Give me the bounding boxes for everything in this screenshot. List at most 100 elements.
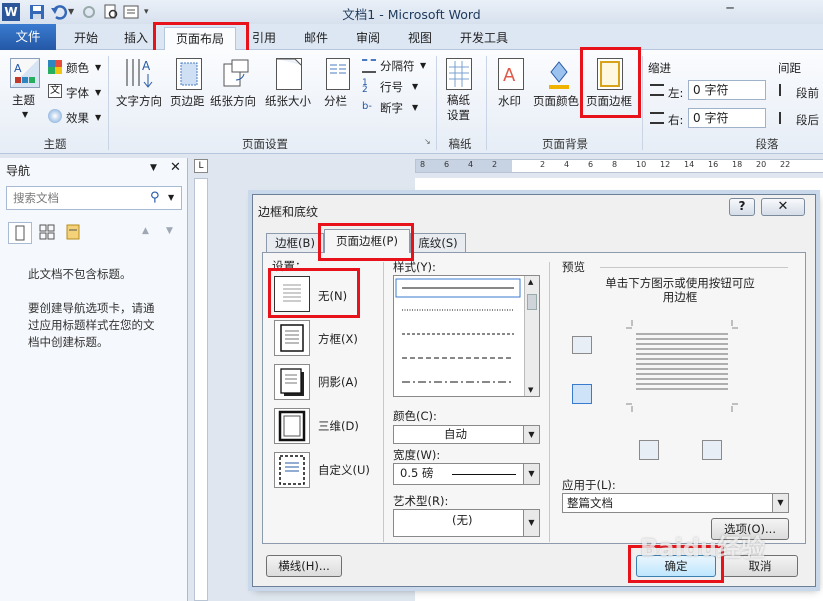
border-right-icon[interactable]: [702, 440, 722, 460]
colors-icon[interactable]: [48, 60, 62, 74]
border-left-icon[interactable]: [639, 440, 659, 460]
width-dropdown[interactable]: 0.5 磅 ▼: [393, 463, 540, 485]
tab-shading[interactable]: 底纹(S): [410, 233, 466, 253]
tab-references[interactable]: 引用: [242, 27, 286, 50]
spacing-after-icon: [779, 112, 791, 124]
nav-results-tab-icon[interactable]: [62, 222, 86, 244]
orientation-icon[interactable]: [222, 58, 250, 90]
spacing-after-label[interactable]: 段后: [796, 112, 819, 128]
line-numbers-icon[interactable]: 12: [362, 79, 376, 95]
breaks-button[interactable]: 分隔符: [380, 58, 415, 74]
page-setup-launcher-icon[interactable]: ↘: [424, 137, 431, 146]
effects-button[interactable]: 效果: [66, 110, 89, 126]
dialog-close-button[interactable]: ✕: [761, 198, 805, 216]
art-dropdown-arrow-icon[interactable]: ▼: [523, 510, 539, 536]
setting-box-icon[interactable]: [274, 320, 310, 356]
tab-file[interactable]: 文件: [0, 24, 56, 50]
margins-icon[interactable]: [176, 58, 202, 90]
text-direction-button[interactable]: 文字方向: [116, 93, 162, 109]
format-icon[interactable]: [122, 3, 140, 21]
setting-custom-label[interactable]: 自定义(U): [318, 462, 370, 478]
text-direction-icon[interactable]: A: [122, 56, 156, 90]
nav-headings-tab-icon[interactable]: [8, 222, 32, 244]
art-dropdown[interactable]: (无) ▼: [393, 509, 540, 537]
border-top-icon[interactable]: [572, 336, 592, 354]
help-button[interactable]: ?: [729, 198, 755, 216]
save-icon[interactable]: [28, 3, 46, 21]
nav-pages-tab-icon[interactable]: [36, 222, 60, 244]
search-icon[interactable]: ⚲: [150, 190, 160, 205]
effects-icon[interactable]: [48, 109, 62, 123]
setting-none-label[interactable]: 无(N): [318, 288, 347, 304]
redo-icon[interactable]: [80, 3, 98, 21]
fonts-button[interactable]: 字体: [66, 85, 89, 101]
apply-to-dropdown[interactable]: 整篇文档 ▼: [562, 493, 789, 513]
search-dropdown-icon[interactable]: ▼: [168, 193, 174, 202]
tab-insert[interactable]: 插入: [114, 27, 158, 50]
tab-selector[interactable]: L: [194, 159, 208, 173]
setting-3d-icon[interactable]: [274, 408, 310, 444]
theme-icon[interactable]: A: [10, 58, 40, 88]
preview-page[interactable]: [624, 318, 740, 414]
undo-icon[interactable]: [50, 3, 68, 21]
horizontal-ruler[interactable]: 8 6 4 2 2 4 6 8 10 12 14 16 18 20 22: [415, 159, 823, 173]
breaks-icon[interactable]: [362, 59, 376, 73]
word-app-icon[interactable]: W: [2, 3, 20, 21]
indent-right-input[interactable]: 0 字符: [688, 108, 766, 128]
print-preview-icon[interactable]: [102, 3, 120, 21]
watermark-icon[interactable]: A: [498, 58, 524, 90]
border-bottom-icon[interactable]: [572, 384, 592, 404]
orientation-button[interactable]: 纸张方向: [210, 93, 256, 109]
colors-button[interactable]: 颜色: [66, 60, 89, 76]
tab-mailings[interactable]: 邮件: [294, 27, 338, 50]
color-dropdown-arrow-icon[interactable]: ▼: [523, 426, 539, 443]
fonts-icon[interactable]: 文: [48, 84, 62, 98]
horizontal-line-button[interactable]: 横线(H)...: [266, 555, 342, 577]
nav-help-text: 要创建导航选项卡，请通过应用标题样式在您的文档中创建标题。: [28, 301, 155, 349]
manuscript-icon[interactable]: [446, 58, 472, 90]
tab-developer[interactable]: 开发工具: [452, 27, 516, 50]
minimize-button[interactable]: ─: [718, 1, 742, 20]
tab-view[interactable]: 视图: [398, 27, 442, 50]
apply-to-arrow-icon[interactable]: ▼: [772, 494, 788, 512]
setting-box-label[interactable]: 方框(X): [318, 331, 358, 347]
vertical-ruler[interactable]: [194, 178, 208, 601]
tab-home[interactable]: 开始: [64, 27, 108, 50]
width-dropdown-arrow-icon[interactable]: ▼: [523, 464, 539, 484]
page-color-icon[interactable]: [545, 58, 573, 90]
page-borders-icon[interactable]: [597, 58, 623, 90]
hyphenation-icon[interactable]: b-: [362, 101, 376, 115]
indent-left-input[interactable]: 0 字符: [688, 80, 766, 100]
nav-prev-icon[interactable]: ▲: [142, 226, 149, 236]
nav-next-icon[interactable]: ▼: [166, 226, 173, 236]
style-scrollbar[interactable]: ▲ ▼: [524, 276, 539, 396]
margins-button[interactable]: 页边距: [170, 93, 205, 109]
setting-custom-icon[interactable]: [274, 452, 310, 488]
size-button[interactable]: 纸张大小: [265, 93, 311, 109]
setting-shadow-icon[interactable]: [274, 364, 310, 400]
style-listbox[interactable]: [393, 275, 540, 397]
color-dropdown[interactable]: 自动 ▼: [393, 425, 540, 444]
nav-options-icon[interactable]: ▼: [150, 163, 157, 173]
setting-none-icon[interactable]: [274, 276, 310, 312]
page-color-button[interactable]: 页面颜色: [533, 93, 579, 109]
theme-label[interactable]: 主题: [12, 92, 35, 108]
manuscript-button[interactable]: 稿纸 设置: [447, 93, 475, 123]
nav-close-icon[interactable]: ✕: [170, 160, 181, 175]
spacing-before-label[interactable]: 段前: [796, 85, 819, 101]
tab-borders[interactable]: 边框(B): [266, 233, 324, 253]
columns-icon[interactable]: [326, 58, 350, 90]
setting-3d-label[interactable]: 三维(D): [318, 418, 359, 434]
page-borders-button[interactable]: 页面边框: [586, 93, 632, 109]
columns-button[interactable]: 分栏: [324, 93, 347, 109]
setting-shadow-label[interactable]: 阴影(A): [318, 374, 358, 390]
hyphenation-button[interactable]: 断字: [380, 100, 403, 116]
tab-page-border[interactable]: 页面边框(P): [324, 229, 410, 253]
line-numbers-button[interactable]: 行号: [380, 79, 403, 95]
customize-qat-icon[interactable]: ▾: [144, 3, 152, 21]
size-icon[interactable]: [276, 58, 302, 90]
tab-page-layout[interactable]: 页面布局: [164, 27, 236, 50]
watermark-button[interactable]: 水印: [498, 93, 521, 109]
width-label: 宽度(W):: [393, 448, 441, 462]
tab-review[interactable]: 审阅: [346, 27, 390, 50]
